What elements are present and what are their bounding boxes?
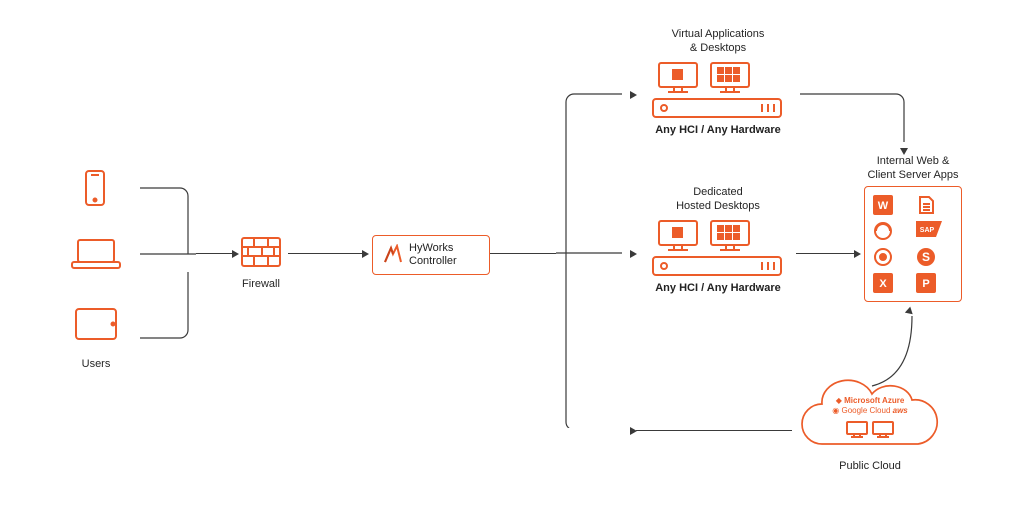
apps-box: W SAP S X P [864, 186, 962, 302]
word-icon: W [873, 195, 893, 215]
edge-icon [873, 221, 893, 241]
dedicated-line1: Dedicated [642, 186, 794, 200]
tablet-icon [73, 306, 119, 342]
gcloud-text: Google Cloud [841, 406, 890, 415]
svg-text:X: X [879, 278, 887, 290]
azure-icon: ◆ [836, 396, 842, 405]
dedicated-title: Dedicated Hosted Desktops [642, 186, 794, 214]
users-bracket [140, 186, 200, 340]
aws-text: aws [893, 406, 908, 415]
monitor-apps-icon [708, 60, 752, 94]
controller-text2: Controller [409, 255, 457, 268]
laptop-icon [68, 236, 124, 272]
virtual-line1: Virtual Applications [642, 28, 794, 42]
skype-icon: S [916, 247, 936, 267]
firewall-icon [240, 230, 282, 272]
cloud-monitor-icon [871, 420, 895, 438]
powerpoint-icon: P [916, 273, 936, 293]
virtual-line2: & Desktops [642, 42, 794, 56]
svg-text:P: P [922, 278, 929, 290]
dedicated-line2: Hosted Desktops [642, 200, 794, 214]
cloud-label: Public Cloud [800, 460, 940, 472]
server-rack-icon [650, 254, 784, 278]
server-rack-icon [650, 96, 784, 120]
apps-line2: Client Server Apps [852, 169, 974, 183]
controller-box: HyWorks Controller [372, 235, 490, 275]
gcloud-icon: ◉ [832, 406, 839, 415]
virtual-title: Virtual Applications & Desktops [642, 28, 794, 56]
svg-text:SAP: SAP [920, 227, 935, 234]
phone-icon [83, 168, 107, 208]
users-label: Users [68, 358, 124, 370]
sap-icon: SAP [916, 221, 942, 237]
monitor-apps-icon [708, 218, 752, 252]
cloud-content: ◆ Microsoft Azure ◉ Google Cloud aws [818, 396, 922, 441]
azure-text: Microsoft Azure [844, 396, 904, 405]
monitor-windows-icon [656, 218, 700, 252]
cloud-monitor-icon [845, 420, 869, 438]
controller-text1: HyWorks [409, 242, 457, 255]
excel-icon: X [873, 273, 893, 293]
branch-connector [556, 90, 636, 428]
apps-title: Internal Web & Client Server Apps [852, 155, 974, 183]
chrome-icon [873, 247, 893, 267]
arrow-virtual-apps [800, 92, 920, 152]
virtual-sub: Any HCI / Any Hardware [642, 124, 794, 136]
svg-text:S: S [922, 250, 930, 264]
arrow-cloud-apps [870, 308, 930, 388]
svg-text:W: W [878, 200, 889, 212]
apps-line1: Internal Web & [852, 155, 974, 169]
firewall-label: Firewall [230, 278, 292, 290]
hyworks-logo-icon [381, 244, 403, 266]
monitor-windows-icon [656, 60, 700, 94]
dedicated-sub: Any HCI / Any Hardware [642, 282, 794, 294]
document-icon [916, 195, 936, 215]
